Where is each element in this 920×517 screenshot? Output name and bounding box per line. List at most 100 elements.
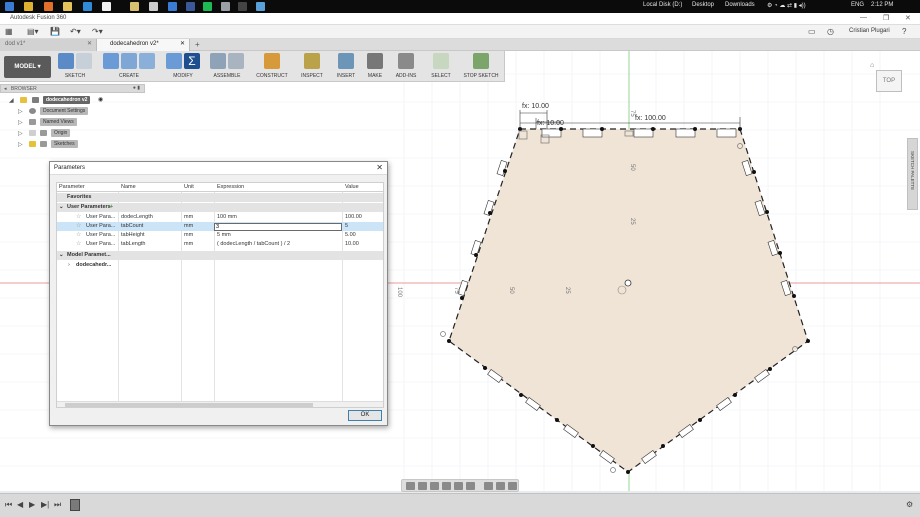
root-component-label[interactable]: dodecahedron v2 (43, 96, 91, 104)
close-icon[interactable]: ✕ (905, 14, 911, 22)
fusion-icon[interactable] (221, 2, 230, 11)
column-header[interactable]: Parameter (59, 184, 85, 190)
column-header[interactable]: Value (345, 184, 359, 190)
app-icon[interactable] (256, 2, 265, 11)
browser-item-label[interactable]: Named Views (40, 118, 77, 126)
browser-item-sketches[interactable]: ▷ Sketches (0, 139, 145, 150)
pan-icon[interactable] (430, 481, 439, 490)
sweep-icon[interactable] (139, 53, 155, 69)
insert-image-icon[interactable] (338, 53, 354, 69)
step-forward-icon[interactable]: ▶| (41, 500, 49, 509)
tray-icons[interactable]: ⚙ ◔ ☁ ⇄ ▮ ◂)) (767, 2, 806, 9)
expand-caret-icon[interactable]: ▷ (18, 141, 23, 148)
maximize-icon[interactable]: ❐ (883, 14, 889, 22)
dimension-label[interactable]: fx: 100.00 (635, 115, 666, 122)
scripts-icon[interactable] (398, 53, 414, 69)
step-back-icon[interactable]: ◀ (17, 500, 23, 509)
collapse-icon[interactable]: ◂ (4, 86, 7, 92)
language-indicator[interactable]: ENG (851, 2, 864, 8)
browser-item-origin[interactable]: ▷ Origin (0, 128, 145, 139)
construct-group[interactable]: CONSTRUCT (252, 53, 292, 81)
viewcube[interactable]: TOP (876, 70, 902, 92)
column-header[interactable]: Unit (184, 184, 194, 190)
scrollbar-thumb[interactable] (65, 403, 313, 407)
plane-icon[interactable] (264, 53, 280, 69)
grid-settings-icon[interactable] (496, 481, 505, 490)
redo-icon[interactable]: ↷▾ (92, 27, 103, 36)
measure-icon[interactable] (304, 53, 320, 69)
tab-dodecahedron[interactable]: dodecahedron v2* ✕ (97, 39, 190, 51)
browser-options-icon[interactable]: ● ▮ (133, 85, 140, 91)
app-icon[interactable] (149, 2, 158, 11)
lightbulb-icon[interactable] (20, 97, 27, 103)
tab-dod[interactable]: dod v1* ✕ (0, 39, 97, 51)
stop-sketch-icon[interactable] (473, 53, 489, 69)
save-icon[interactable]: 💾 (50, 27, 60, 36)
stop-sketch-group[interactable]: STOP SKETCH (460, 53, 502, 81)
collapse-caret-icon[interactable]: ⌄ (59, 252, 64, 258)
table-row[interactable]: ☆ User Para... dodecLength mm 100 mm 100… (57, 213, 383, 222)
revolve-icon[interactable] (121, 53, 137, 69)
favorite-star-icon[interactable]: ☆ (76, 222, 81, 229)
expand-caret-icon[interactable]: › (68, 262, 70, 268)
rewind-to-start-icon[interactable]: ⏮ (5, 500, 12, 510)
expand-caret-icon[interactable]: ▷ (18, 119, 23, 126)
expression-input[interactable] (214, 223, 342, 231)
browser-item-label[interactable]: Document Settings (40, 107, 89, 115)
adobe-acrobat-icon[interactable] (238, 2, 247, 11)
param-name[interactable]: tabCount (121, 223, 143, 229)
app-icon[interactable] (203, 2, 212, 11)
user-parameters-group-row[interactable]: ⌄ User Parameters + (57, 203, 383, 212)
desktop-label[interactable]: Desktop (692, 2, 714, 8)
look-at-icon[interactable] (418, 481, 427, 490)
dimension-label[interactable]: fx: 10.00 (522, 103, 549, 110)
add-ins-group[interactable]: ADD-INS (392, 53, 420, 81)
joint-icon[interactable] (228, 53, 244, 69)
add-tab-icon[interactable]: + (195, 40, 200, 49)
table-row-selected[interactable]: ☆ User Para... tabCount mm 5 (57, 222, 383, 231)
insert-group[interactable]: INSERT (332, 53, 360, 81)
browser-item-label[interactable]: Origin (51, 129, 71, 137)
favorite-star-icon[interactable]: ☆ (76, 213, 81, 220)
browser-item-named-views[interactable]: ▷ Named Views (0, 117, 145, 128)
zoom-window-icon[interactable] (454, 481, 463, 490)
folder-icon[interactable] (63, 2, 72, 11)
undo-sketch-icon[interactable] (76, 53, 92, 69)
assemble-group[interactable]: ASSEMBLE (207, 53, 247, 81)
file-menu-icon[interactable]: ▤▾ (27, 27, 39, 36)
windows-explorer-icon[interactable] (5, 2, 14, 11)
display-settings-icon[interactable] (484, 481, 493, 490)
close-icon[interactable]: ✕ (376, 163, 383, 172)
param-name[interactable]: dodecLength (121, 214, 153, 220)
local-disk-label[interactable]: Local Disk (D:) (643, 2, 682, 8)
sketch-group[interactable]: SKETCH (56, 53, 94, 81)
minimize-icon[interactable]: — (860, 14, 867, 21)
sketch-icon[interactable] (58, 53, 74, 69)
timeline-sketch-feature[interactable] (70, 499, 80, 511)
notes-icon[interactable] (83, 2, 92, 11)
fit-icon[interactable] (466, 481, 475, 490)
chrome-icon[interactable] (24, 2, 33, 11)
param-name[interactable]: tabHeight (121, 232, 145, 238)
downloads-label[interactable]: Downloads (725, 2, 755, 8)
user-name[interactable]: Cristian Plugari (849, 28, 890, 34)
browser-item-label[interactable]: Sketches (51, 140, 78, 148)
param-expression[interactable]: 5 mm (217, 232, 231, 238)
ok-button[interactable]: OK (348, 410, 382, 421)
favorites-group-row[interactable]: Favorites (57, 193, 383, 202)
make-group[interactable]: MAKE (363, 53, 387, 81)
param-expression[interactable]: ( dodecLength / tabCount ) / 2 (217, 241, 290, 247)
origin-point-icon[interactable] (624, 279, 632, 287)
help-icon[interactable]: ? (902, 27, 906, 36)
select-group[interactable]: SELECT (427, 53, 455, 81)
close-icon[interactable]: ✕ (180, 40, 185, 47)
close-icon[interactable]: ✕ (87, 40, 92, 47)
favorite-star-icon[interactable]: ☆ (76, 240, 81, 247)
xbox-icon[interactable] (168, 2, 177, 11)
facebook-icon[interactable] (186, 2, 195, 11)
3d-print-icon[interactable] (367, 53, 383, 69)
play-icon[interactable]: ▶ (29, 500, 35, 509)
dialog-title-bar[interactable]: Parameters ✕ (50, 162, 387, 175)
sketch-palette-tab[interactable]: SKETCH PALETTE (907, 138, 918, 210)
add-parameter-icon[interactable]: + (110, 204, 113, 210)
